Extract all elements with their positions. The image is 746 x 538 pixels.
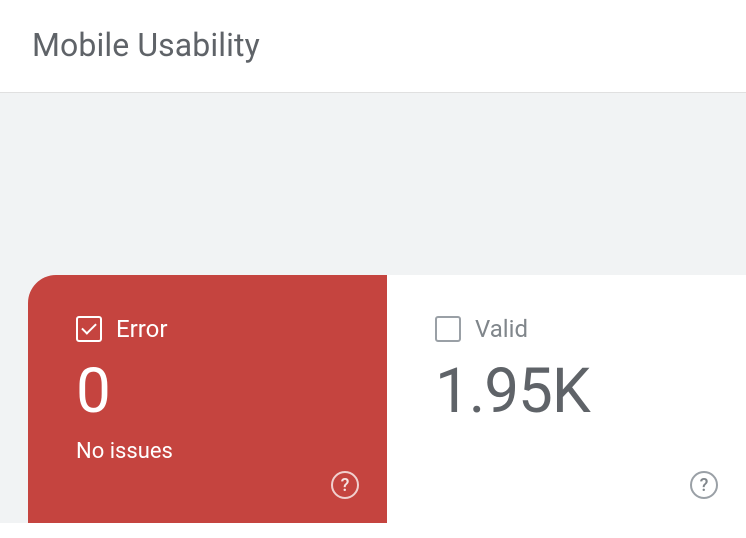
status-cards-row: Error 0 No issues Valid 1.95K [28, 275, 746, 523]
valid-card[interactable]: Valid 1.95K [387, 275, 746, 523]
help-icon[interactable] [690, 471, 718, 499]
error-card[interactable]: Error 0 No issues [28, 275, 387, 523]
valid-card-label: Valid [475, 315, 528, 343]
page-header: Mobile Usability [0, 0, 746, 93]
checkbox-unchecked-icon [435, 316, 461, 342]
error-card-label: Error [116, 315, 168, 343]
checkbox-checked-icon [76, 316, 102, 342]
page-title: Mobile Usability [32, 26, 746, 64]
error-card-header: Error [76, 315, 387, 343]
error-card-subtext: No issues [76, 439, 387, 464]
valid-card-header: Valid [435, 315, 746, 343]
help-icon[interactable] [331, 471, 359, 499]
content-area: Error 0 No issues Valid 1.95K [0, 93, 746, 523]
error-card-value: 0 [76, 361, 387, 423]
valid-card-value: 1.95K [435, 361, 746, 423]
